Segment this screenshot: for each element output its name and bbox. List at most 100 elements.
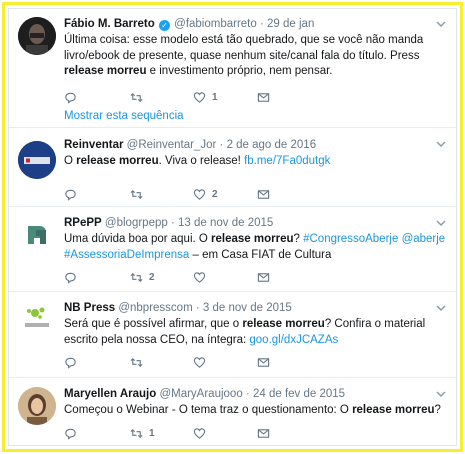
separator-dot: · (195, 302, 200, 314)
separator-dot: · (245, 388, 250, 400)
tweet-link[interactable]: fb.me/7Fa0dutgk (244, 155, 330, 167)
verified-icon: ✓ (158, 20, 170, 31)
user-handle[interactable]: @MaryAraujooo (159, 388, 242, 400)
reply-button[interactable] (64, 356, 77, 369)
reply-button[interactable] (64, 91, 77, 104)
like-count: 2 (212, 189, 218, 200)
user-handle[interactable]: @blogrpepp (105, 217, 168, 229)
user-name[interactable]: Fábio M. Barreto (64, 18, 155, 30)
tweet-date[interactable]: 13 de nov de 2015 (178, 217, 273, 229)
like-button[interactable]: 2 (193, 188, 218, 201)
hashtag-link[interactable]: #AssessoriaDeImprensa (64, 249, 189, 261)
message-icon (257, 358, 270, 367)
message-button[interactable] (257, 356, 270, 369)
text-part: Será que é possível afirmar, que o (64, 318, 243, 330)
retweet-button[interactable]: 2 (130, 271, 155, 284)
message-button[interactable] (257, 271, 270, 284)
user-name[interactable]: RPePP (64, 217, 102, 229)
highlight-term: release morreu (76, 155, 159, 167)
message-icon (257, 273, 270, 282)
retweet-button[interactable] (130, 188, 149, 201)
user-handle[interactable]: @Reinventar_Jor (127, 139, 217, 151)
tweet-header: Fábio M. Barreto ✓ @fabiombarreto · 29 d… (64, 17, 448, 32)
tweet-date[interactable]: 2 de ago de 2016 (227, 139, 317, 151)
retweet-icon (130, 272, 143, 283)
like-button[interactable] (193, 356, 212, 369)
text-part: O (64, 155, 77, 167)
message-icon (257, 429, 270, 438)
retweet-icon (130, 357, 143, 368)
tweet-2[interactable]: Reinventar @Reinventar_Jor · 2 de ago de… (9, 129, 456, 207)
avatar[interactable] (18, 141, 56, 179)
tweet-3[interactable]: RPePP @blogrpepp · 13 de nov de 2015 Uma… (9, 208, 456, 292)
text-part: Começou o Webinar - O tema traz o questi… (64, 404, 353, 416)
tweet-date[interactable]: 29 de jan (267, 18, 314, 30)
retweet-button[interactable] (130, 356, 149, 369)
tweet-link[interactable]: goo.gl/dxJCAZAs (249, 334, 338, 346)
tweet-date[interactable]: 24 de fev de 2015 (253, 388, 345, 400)
retweet-button[interactable] (130, 91, 149, 104)
avatar[interactable] (18, 17, 56, 55)
user-handle[interactable]: @fabiombarreto (174, 18, 257, 30)
separator-dot: · (259, 18, 264, 30)
tweet-header: RPePP @blogrpepp · 13 de nov de 2015 (64, 216, 448, 231)
message-button[interactable] (257, 427, 270, 440)
user-name[interactable]: NB Press (64, 302, 115, 314)
timeline: Fábio M. Barreto ✓ @fabiombarreto · 29 d… (8, 8, 457, 446)
screenshot-frame: Fábio M. Barreto ✓ @fabiombarreto · 29 d… (2, 2, 463, 452)
text-part: Última coisa: esse modelo está tão quebr… (64, 34, 424, 62)
tweet-text: Começou o Webinar - O tema traz o questi… (64, 403, 448, 419)
message-icon (257, 93, 270, 102)
message-button[interactable] (257, 91, 270, 104)
user-name[interactable]: Reinventar (64, 139, 123, 151)
avatar[interactable] (18, 216, 56, 254)
like-icon (193, 189, 206, 200)
like-icon (193, 92, 206, 103)
reply-icon (65, 189, 76, 201)
reply-icon (65, 357, 76, 369)
reply-button[interactable] (64, 188, 77, 201)
retweet-icon (130, 189, 143, 200)
reply-icon (65, 92, 76, 104)
reply-button[interactable] (64, 427, 77, 440)
message-icon (257, 190, 270, 199)
reply-button[interactable] (64, 271, 77, 284)
tweet-header: Reinventar @Reinventar_Jor · 2 de ago de… (64, 138, 448, 153)
like-button[interactable] (193, 271, 212, 284)
reply-icon (65, 428, 76, 440)
reply-icon (65, 272, 76, 284)
mention-link[interactable]: @aberje (402, 233, 446, 245)
tweet-date[interactable]: 3 de nov de 2015 (203, 302, 292, 314)
like-count: 1 (212, 92, 218, 103)
avatar[interactable] (18, 387, 56, 425)
separator-dot: · (170, 217, 175, 229)
retweet-button[interactable]: 1 (130, 427, 155, 440)
user-name[interactable]: Maryellen Araujo (64, 388, 156, 400)
separator-dot: · (219, 139, 224, 151)
tweet-4[interactable]: NB Press @nbpresscom · 3 de nov de 2015 … (9, 293, 456, 378)
tweet-header: NB Press @nbpresscom · 3 de nov de 2015 (64, 301, 448, 316)
text-part: Uma dúvida boa por aqui. O (64, 233, 212, 245)
text-part: ? (293, 233, 304, 245)
text-part: ? (434, 404, 441, 416)
highlight-term: release morreu (64, 65, 147, 77)
hashtag-link[interactable]: #CongressoAberje (303, 233, 398, 245)
like-icon (193, 357, 206, 368)
avatar[interactable] (18, 301, 56, 339)
retweet-icon (130, 428, 143, 439)
tweet-header: Maryellen Araujo @MaryAraujooo · 24 de f… (64, 387, 448, 402)
like-button[interactable]: 1 (193, 91, 218, 104)
tweet-text: Será que é possível afirmar, que o relea… (64, 317, 448, 348)
retweet-icon (130, 92, 143, 103)
like-button[interactable] (193, 427, 212, 440)
user-handle[interactable]: @nbpresscom (118, 302, 192, 314)
tweet-1[interactable]: Fábio M. Barreto ✓ @fabiombarreto · 29 d… (9, 9, 456, 128)
show-thread-link[interactable]: Mostrar esta sequência (64, 110, 184, 122)
retweet-count: 2 (149, 272, 155, 283)
text-part: . Viva o release! (158, 155, 245, 167)
highlight-term: release morreu (242, 318, 325, 330)
message-button[interactable] (257, 188, 270, 201)
tweet-5[interactable]: Maryellen Araujo @MaryAraujooo · 24 de f… (9, 379, 456, 449)
tweet-text: Uma dúvida boa por aqui. O release morre… (64, 232, 448, 263)
text-part: – em Casa FIAT de Cultura (189, 248, 332, 261)
